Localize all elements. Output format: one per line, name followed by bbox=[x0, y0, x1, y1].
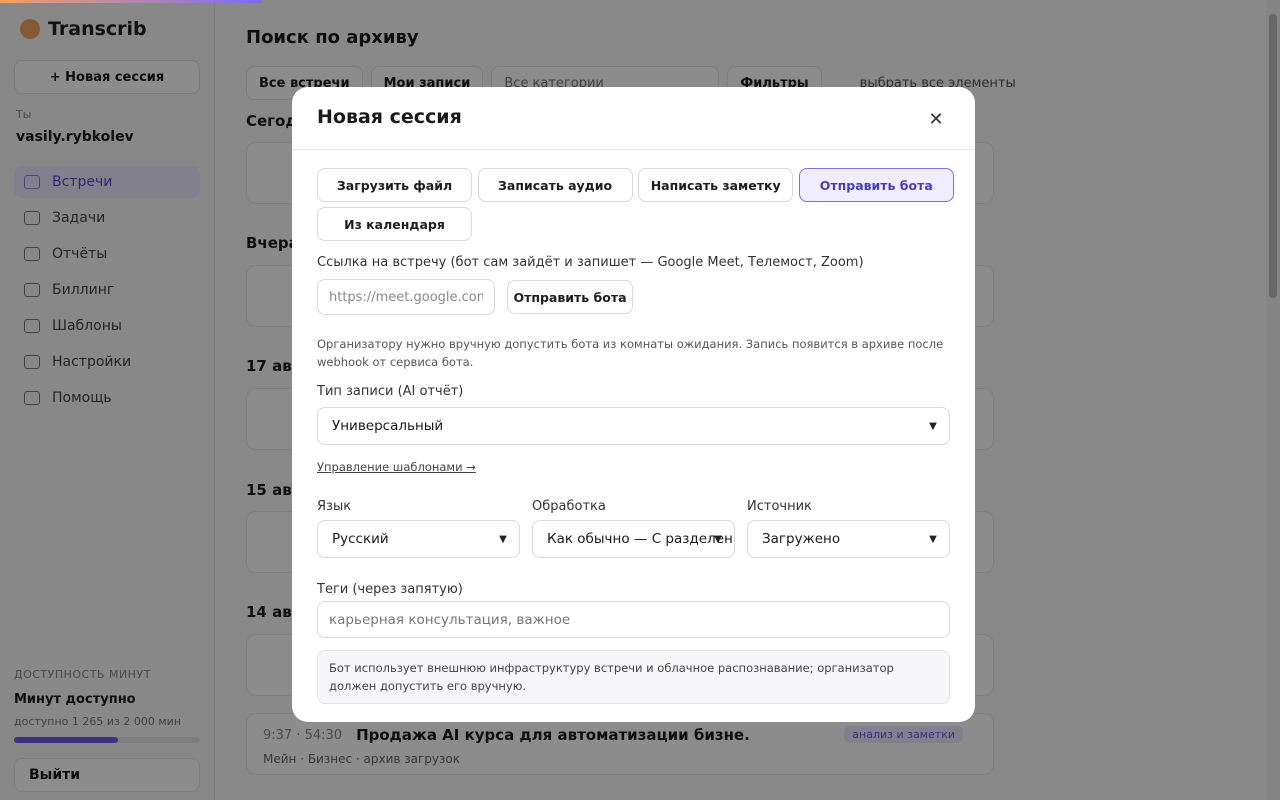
manage-templates-link[interactable]: Управление шаблонами → bbox=[317, 460, 476, 474]
dialog-title: Новая сессия bbox=[317, 106, 462, 128]
meeting-link-input[interactable] bbox=[317, 279, 495, 315]
write-note-button[interactable]: Написать заметку bbox=[638, 168, 794, 202]
bot-info-note: Бот использует внешнюю инфраструктуру вс… bbox=[317, 650, 950, 704]
record-type-label: Тип записи (AI отчёт) bbox=[317, 384, 464, 399]
record-type-value: Универсальный bbox=[332, 418, 444, 434]
upload-file-button[interactable]: Загрузить файл bbox=[317, 168, 472, 202]
chevron-down-icon: ▼ bbox=[929, 420, 937, 432]
meeting-link-label: Ссылка на встречу (бот сам зайдёт и запи… bbox=[317, 255, 864, 270]
new-session-dialog: Новая сессия ✕ Загрузить файл Записать а… bbox=[292, 87, 975, 722]
send-bot-button[interactable]: Отправить бота bbox=[507, 280, 633, 314]
close-icon[interactable]: ✕ bbox=[923, 106, 949, 132]
tags-label: Теги (через запятую) bbox=[317, 582, 463, 597]
processing-label: Обработка bbox=[532, 499, 606, 514]
top-progress-bar bbox=[0, 0, 262, 3]
source-label: Источник bbox=[747, 499, 812, 514]
record-type-select[interactable]: Универсальный ▼ bbox=[317, 407, 950, 445]
record-audio-button[interactable]: Записать аудио bbox=[477, 168, 633, 202]
language-label: Язык bbox=[317, 499, 352, 514]
chevron-down-icon: ▼ bbox=[714, 533, 722, 545]
dialog-header: Новая сессия ✕ bbox=[292, 87, 975, 150]
processing-select[interactable]: Как обычно — С разделением ▼ bbox=[532, 520, 735, 558]
chevron-down-icon: ▼ bbox=[499, 533, 507, 545]
source-value: Загружено bbox=[762, 531, 841, 547]
bot-hint-text: Организатору нужно вручную допустить бот… bbox=[317, 337, 944, 369]
tags-input[interactable] bbox=[317, 601, 950, 638]
language-value: Русский bbox=[332, 531, 389, 547]
send-bot-mode-button[interactable]: Отправить бота bbox=[798, 168, 954, 202]
mode-selector: Загрузить файл Записать аудио Написать з… bbox=[317, 168, 954, 241]
processing-value: Как обычно — С разделением bbox=[547, 531, 734, 547]
source-select[interactable]: Загружено ▼ bbox=[747, 520, 950, 558]
from-calendar-button[interactable]: Из календаря bbox=[317, 207, 472, 241]
language-select[interactable]: Русский ▼ bbox=[317, 520, 520, 558]
chevron-down-icon: ▼ bbox=[929, 533, 937, 545]
